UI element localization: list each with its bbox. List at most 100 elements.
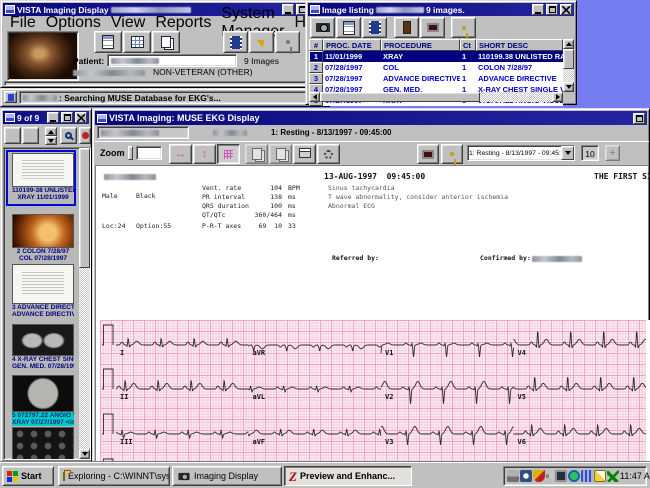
thumbs-vscrollbar[interactable] [79,148,90,459]
row-num[interactable]: 3 [309,73,323,84]
listing-close-button[interactable] [560,4,572,15]
xray-thumbnail[interactable] [12,324,74,356]
listing-key-button[interactable] [451,17,476,38]
start-button[interactable]: Start [2,466,54,486]
task-imaging-display[interactable]: Imaging Display [172,466,282,486]
scroll-up-button[interactable] [563,39,574,49]
patient-name-field[interactable] [107,54,237,67]
scroll-thumb[interactable] [79,148,90,268]
page-count-field[interactable]: 10 [581,145,599,161]
zoom-thumbs-button[interactable] [60,127,77,144]
col-header-date[interactable]: PROC. DATE [323,39,381,51]
check-icon[interactable] [607,470,619,482]
col-header-procedure[interactable]: PROCEDURE [381,39,460,51]
listing-title-bar[interactable]: Image listing 9 images. [308,3,574,16]
thumbs-tool-button-2[interactable] [22,127,39,144]
zoom-value-field[interactable] [136,146,162,160]
zoom-slider[interactable] [128,146,133,160]
col-header-ct[interactable]: Ct [460,39,476,51]
menu-file[interactable]: File [5,14,41,32]
ekg-maximize-button[interactable] [633,113,645,124]
copy-button[interactable] [152,31,180,53]
scroll-right-button[interactable] [552,92,563,102]
thumbs-maximize-button[interactable] [61,112,73,123]
colon-photo-thumbnail[interactable] [12,214,74,248]
thumbs-tool-button-1[interactable] [4,127,21,144]
patient-photo[interactable] [7,31,79,81]
thumb-item-5[interactable]: 5 072797.22 ANGIO VISC XRAY 07/27/1997 <… [12,375,74,426]
combo-dropdown-button[interactable] [561,146,574,160]
grid-view-button[interactable] [123,31,151,53]
speaker-icon[interactable] [546,470,554,482]
row-desc[interactable]: COLON 7/28/97 [476,62,563,73]
row-desc[interactable]: ADVANCE DIRECTIVE [476,73,563,84]
film-button[interactable] [362,17,387,38]
spin-up-button[interactable] [45,127,57,136]
listing-maximize-button[interactable] [546,4,558,15]
row-ct[interactable]: 1 [460,51,476,62]
display-button[interactable] [420,17,445,38]
row-date[interactable]: 07/28/1997 [323,62,381,73]
thumb-item-3[interactable]: 3 ADVANCE DIRECTIVE ADVANCE DIRECTIVE 7 [12,264,74,318]
scroll-thumb[interactable] [320,92,480,102]
display-icon[interactable] [555,470,567,482]
test-select-combo[interactable]: 1: Resting - 8/13/1997 - 09:45:00 [467,145,575,161]
scroll-thumb[interactable] [563,49,574,69]
row-date[interactable]: 11/01/1999 [323,51,381,62]
listing-hscrollbar[interactable] [309,92,563,102]
printer-icon[interactable] [507,470,519,482]
row-ct[interactable]: 1 [460,73,476,84]
menu-view[interactable]: View [106,14,150,32]
task-preview-enhance[interactable]: Z Preview and Enhanc... [284,466,412,486]
scroll-left-button[interactable] [309,92,320,102]
row-date[interactable]: 07/28/1997 [323,73,381,84]
row-procedure[interactable]: ADVANCE DIRECTIVE [381,73,460,84]
thumb-item-2[interactable]: 2 COLON 7/28/97 COL 07/28/1997 [12,214,74,262]
thumbs-close-button[interactable] [75,112,87,123]
row-num[interactable]: 2 [309,62,323,73]
notes-icon[interactable] [594,470,606,482]
settings-button[interactable] [317,144,340,164]
thumb-item-6[interactable]: 6 072797.21 GASTROINT [12,427,74,460]
scroll-down-button[interactable] [79,449,90,459]
row-num[interactable]: 1 [309,51,323,62]
add-button[interactable]: + [605,145,620,161]
next-page-button[interactable] [269,144,292,164]
task-exploring[interactable]: Exploring - C:\WINNT\syst... [58,466,170,486]
thumbs-title-bar[interactable]: 9 of 9 [3,111,89,124]
ekg-key-button[interactable] [441,144,463,164]
menu-reports[interactable]: Reports [150,14,216,32]
globe-icon[interactable] [568,470,580,482]
archive-button[interactable] [394,17,419,38]
shield-icon[interactable] [533,470,545,482]
capture-button[interactable] [310,17,335,38]
document-thumbnail[interactable] [12,153,74,187]
print-button[interactable] [293,144,316,164]
angio-thumbnail[interactable] [12,375,74,412]
spin-down-button[interactable] [45,136,57,145]
clock-icon[interactable] [520,470,532,482]
network-grid-icon[interactable] [581,470,593,482]
document-thumbnail[interactable] [12,264,74,304]
prev-page-button[interactable] [245,144,268,164]
film-sheet-thumbnail[interactable] [12,427,74,460]
row-procedure[interactable]: XRAY [381,51,460,62]
row-procedure[interactable]: COL [381,62,460,73]
listing-minimize-button[interactable] [532,4,544,15]
stretch-vertical-button[interactable]: ↕ [193,144,216,164]
filmstrip-button[interactable] [223,31,248,53]
ekg-title-bar[interactable]: VISTA Imaging: MUSE EKG Display [95,111,647,125]
report-view-button[interactable] [94,31,122,53]
thumbs-tool-button-3[interactable] [79,127,91,144]
row-ct[interactable]: 1 [460,62,476,73]
grid-toggle-button[interactable] [217,144,240,164]
thumb-item-4[interactable]: 4 X-RAY CHEST SINGLE GEN. MED. 07/28/199… [12,324,74,370]
col-header-num[interactable]: # [309,39,323,51]
col-header-desc[interactable]: SHORT DESC [476,39,563,51]
clock[interactable]: 11:47 AM [620,471,650,481]
scroll-down-button[interactable] [563,82,574,92]
status-info-button[interactable] [4,91,17,103]
security-key-button[interactable] [275,31,300,53]
document-button[interactable] [336,17,361,38]
menu-options[interactable]: Options [41,14,106,32]
